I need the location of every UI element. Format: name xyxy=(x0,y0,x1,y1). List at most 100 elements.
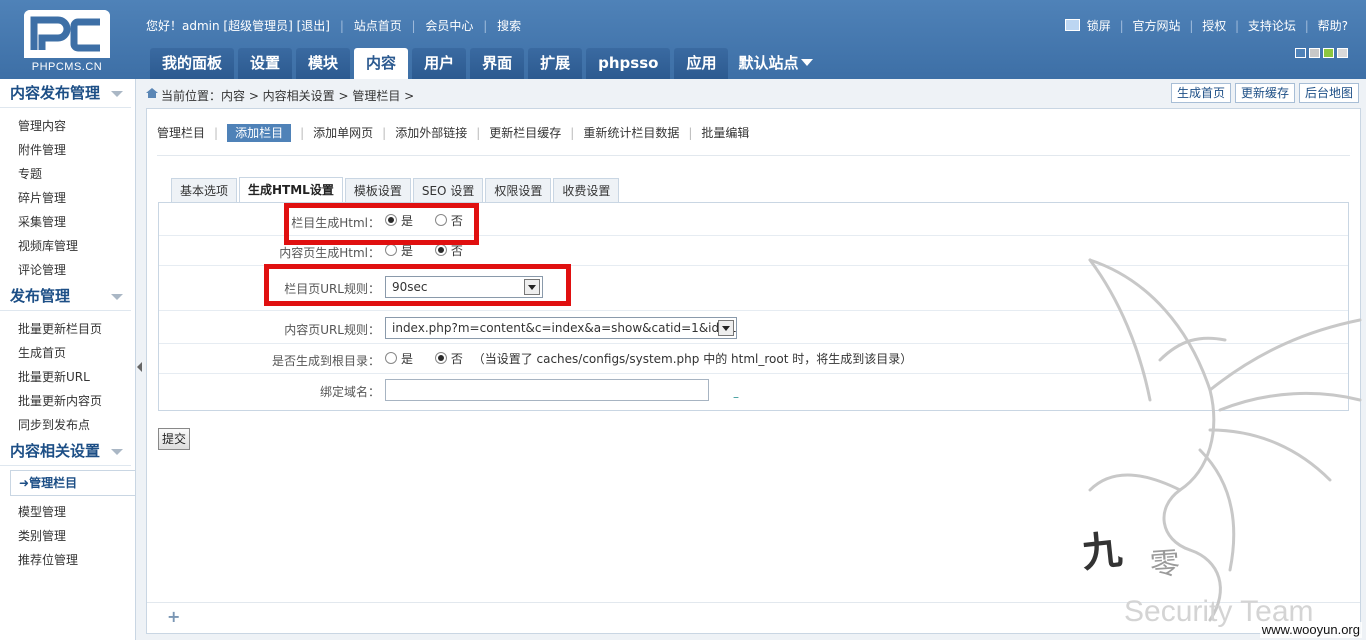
generate-home-button[interactable]: 生成首页 xyxy=(1170,83,1231,103)
radio-no[interactable]: 否 xyxy=(434,244,463,258)
help-link[interactable]: 帮助? xyxy=(1318,19,1348,33)
submit-button[interactable]: 提交 xyxy=(158,428,191,450)
domain-hint: – xyxy=(733,390,739,404)
separator: | xyxy=(339,19,344,33)
lock-screen-link[interactable]: 锁屏 xyxy=(1087,19,1111,33)
sidebar-item[interactable]: 批量更新URL xyxy=(0,365,135,389)
skin-blue-icon[interactable] xyxy=(1295,48,1306,58)
tab-seo[interactable]: SEO 设置 xyxy=(412,178,484,203)
section-title: 内容相关设置 xyxy=(10,442,101,460)
tab-html-settings[interactable]: 生成HTML设置 xyxy=(239,177,343,203)
subnav-recount[interactable]: 重新统计栏目数据 xyxy=(583,126,679,140)
sidebar-item[interactable]: 附件管理 xyxy=(0,138,135,162)
nav-tab-panel[interactable]: 我的面板 xyxy=(150,48,235,79)
sidebar-item[interactable]: 生成首页 xyxy=(0,341,135,365)
plus-icon[interactable]: + xyxy=(167,607,180,626)
section-title: 发布管理 xyxy=(10,287,71,305)
logo-site-text: PHPCMS.CN xyxy=(31,61,103,73)
tab-template[interactable]: 模板设置 xyxy=(344,178,411,203)
home-icon xyxy=(146,88,158,98)
member-center-link[interactable]: 会员中心 xyxy=(425,19,473,33)
logout-link[interactable]: [退出] xyxy=(297,19,330,33)
sidebar-item-manage-category[interactable]: ➜管理栏目 xyxy=(10,470,135,496)
subnav-add-link[interactable]: 添加外部链接 xyxy=(395,126,467,140)
skin-light-icon[interactable] xyxy=(1337,48,1348,58)
skin-gray-icon[interactable] xyxy=(1309,48,1320,58)
radio-yes[interactable]: 是 xyxy=(385,244,413,258)
separator: | xyxy=(476,126,481,140)
sidebar-item[interactable]: 批量更新栏目页 xyxy=(0,317,135,341)
sidebar-section-content-publish[interactable]: 内容发布管理 xyxy=(0,79,131,108)
nav-tab-modules[interactable]: 模块 xyxy=(296,48,351,79)
forum-link[interactable]: 支持论坛 xyxy=(1248,19,1296,33)
admin-map-button[interactable]: 后台地图 xyxy=(1298,83,1359,103)
highlight-box-category-html xyxy=(284,203,479,245)
separator: | xyxy=(483,19,488,33)
phpcms-logo[interactable]: PHPCMS.CN xyxy=(24,10,110,73)
subnav-add-page[interactable]: 添加单网页 xyxy=(313,126,373,140)
nav-tab-content[interactable]: 内容 xyxy=(354,48,409,79)
section-title: 内容发布管理 xyxy=(10,84,101,102)
sidebar-item[interactable]: 视频库管理 xyxy=(0,234,135,258)
nav-tab-ui[interactable]: 界面 xyxy=(470,48,525,79)
sidebar-item[interactable]: 同步到发布点 xyxy=(0,413,135,437)
radio-label: 是 xyxy=(401,244,414,258)
content-url-rule-select[interactable]: index.php?m=content&c=index&a=show&catid… xyxy=(385,317,737,339)
breadcrumb: 当前位置：内容 > 内容相关设置 > 管理栏目 > xyxy=(161,89,415,103)
radio-no[interactable]: 否 xyxy=(434,352,463,366)
sidebar-section-content-settings[interactable]: 内容相关设置 xyxy=(0,437,131,466)
right-links: 锁屏 | 官方网站 | 授权 | 支持论坛 | 帮助? xyxy=(1064,17,1348,34)
nav-tab-phpsso[interactable]: phpsso xyxy=(586,48,671,79)
site-select-label: 默认站点 xyxy=(738,54,799,72)
skin-green-icon[interactable] xyxy=(1323,48,1334,58)
sidebar-item-label: 管理栏目 xyxy=(29,476,78,490)
sidebar-item[interactable]: 专题 xyxy=(0,162,135,186)
collapse-icon xyxy=(111,91,123,97)
site-home-link[interactable]: 站点首页 xyxy=(354,19,402,33)
tab-charge[interactable]: 收费设置 xyxy=(553,178,620,203)
separator: | xyxy=(411,19,416,33)
subnav-update-cache[interactable]: 更新栏目缓存 xyxy=(489,126,561,140)
field-label: 绑定域名： xyxy=(319,385,380,399)
collapse-icon xyxy=(111,294,123,300)
official-site-link[interactable]: 官方网站 xyxy=(1132,19,1180,33)
skin-switcher xyxy=(1292,47,1348,61)
watermark-logo-text-2: 零 xyxy=(1148,545,1182,584)
update-cache-button[interactable]: 更新缓存 xyxy=(1234,83,1295,103)
tab-permission[interactable]: 权限设置 xyxy=(485,178,552,203)
radio-checked-icon xyxy=(434,352,447,364)
content-url-rule-field: index.php?m=content&c=index&a=show&catid… xyxy=(385,317,737,339)
breadcrumb-bar: 当前位置：内容 > 内容相关设置 > 管理栏目 > 生成首页 更新缓存 后台地图 xyxy=(143,80,1359,108)
site-select[interactable]: 默认站点 xyxy=(732,48,819,79)
sidebar-item[interactable]: 评论管理 xyxy=(0,258,135,282)
logo-mark xyxy=(24,10,110,58)
sidebar-item[interactable]: 批量更新内容页 xyxy=(0,389,135,413)
sidebar-item[interactable]: 类别管理 xyxy=(0,524,135,548)
nav-tab-extend[interactable]: 扩展 xyxy=(528,48,583,79)
subnav-manage-category[interactable]: 管理栏目 xyxy=(157,126,205,140)
radio-unchecked-icon xyxy=(385,244,397,256)
tab-basic[interactable]: 基本选项 xyxy=(171,178,238,203)
subnav-add-category[interactable]: 添加栏目 xyxy=(227,124,292,142)
sidebar-item[interactable]: 采集管理 xyxy=(0,210,135,234)
sidebar-item[interactable]: 推荐位管理 xyxy=(0,548,135,572)
license-link[interactable]: 授权 xyxy=(1202,19,1226,33)
radio-label: 否 xyxy=(450,244,463,258)
sidebar-section-publish[interactable]: 发布管理 xyxy=(0,282,131,311)
radio-checked-icon xyxy=(434,244,447,256)
sidebar-toggle[interactable] xyxy=(135,360,143,374)
nav-tab-users[interactable]: 用户 xyxy=(412,48,467,79)
nav-tab-apps[interactable]: 应用 xyxy=(674,48,729,79)
nav-tab-settings[interactable]: 设置 xyxy=(238,48,293,79)
highlight-box-url-rule xyxy=(264,264,571,306)
separator: | xyxy=(1119,19,1124,33)
sidebar-item[interactable]: 管理内容 xyxy=(0,114,135,138)
subnav-batch-edit[interactable]: 批量编辑 xyxy=(701,126,749,140)
monitor-icon xyxy=(1064,19,1080,31)
domain-input[interactable] xyxy=(385,379,709,401)
sidebar-item[interactable]: 碎片管理 xyxy=(0,186,135,210)
field-label: 内容页生成Html： xyxy=(279,246,380,260)
radio-yes[interactable]: 是 xyxy=(385,352,413,366)
sidebar-item[interactable]: 模型管理 xyxy=(0,500,135,524)
search-link[interactable]: 搜索 xyxy=(497,19,521,33)
